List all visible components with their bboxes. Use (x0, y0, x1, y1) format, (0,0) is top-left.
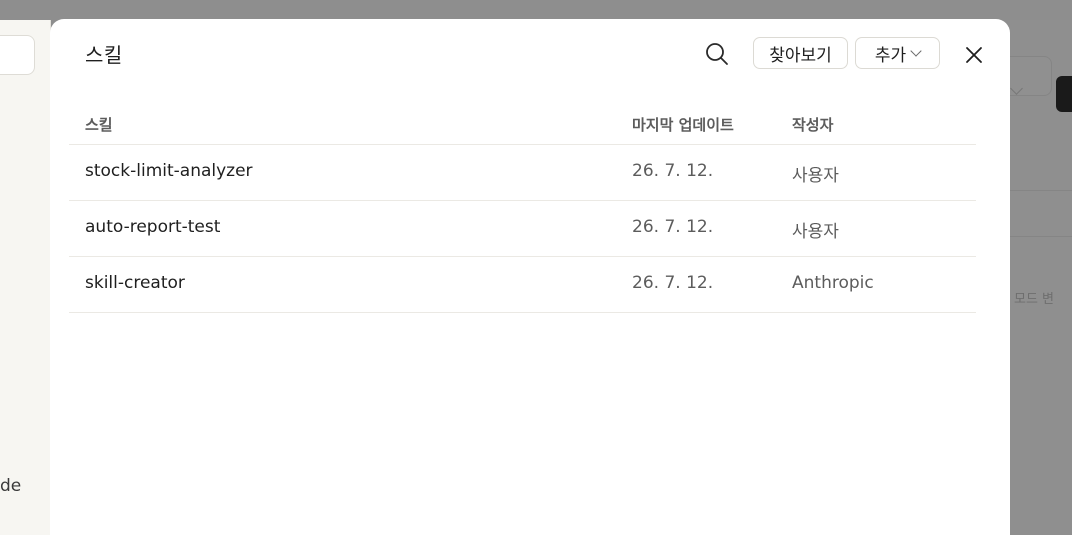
background-overlay (0, 0, 1072, 20)
background-sidebar-text: de (0, 476, 22, 496)
modal-title: 스킬 (85, 43, 123, 67)
skill-updated-date: 26. 7. 12. (632, 161, 714, 181)
chevron-down-icon (910, 44, 922, 57)
skill-name: stock-limit-analyzer (85, 161, 253, 181)
skill-updated-date: 26. 7. 12. (632, 217, 714, 237)
skill-author: Anthropic (792, 273, 874, 293)
column-header-last-updated[interactable]: 마지막 업데이트 (632, 114, 734, 135)
search-icon (706, 43, 728, 65)
background-sidebar-input (0, 35, 35, 75)
skill-name: auto-report-test (85, 217, 221, 237)
close-button[interactable] (962, 43, 986, 67)
table-header: 스킬 마지막 업데이트 작성자 (69, 107, 976, 145)
skill-author: 사용자 (792, 222, 839, 242)
close-icon (966, 47, 982, 63)
browse-button-label: 찾아보기 (769, 45, 832, 66)
add-button-label: 추가 (874, 45, 907, 66)
column-header-author[interactable]: 작성자 (792, 114, 833, 135)
background-divider (1008, 236, 1072, 237)
skill-updated-date: 26. 7. 12. (632, 273, 714, 293)
skills-modal: 스킬 찾아보기 추가 스킬 마지막 업데이트 작성자 stock-limit-a… (50, 19, 1010, 535)
browse-button[interactable]: 찾아보기 (753, 37, 848, 69)
skill-author: 사용자 (792, 166, 839, 186)
background-divider (1008, 190, 1072, 191)
table-row[interactable]: auto-report-test 26. 7. 12. 사용자 (69, 201, 976, 257)
table-row[interactable]: stock-limit-analyzer 26. 7. 12. 사용자 (69, 145, 976, 201)
column-header-skill[interactable]: 스킬 (85, 114, 113, 135)
search-button[interactable] (704, 41, 730, 67)
table-row[interactable]: skill-creator 26. 7. 12. Anthropic (69, 257, 976, 313)
skill-name: skill-creator (85, 273, 185, 293)
background-primary-button (1056, 76, 1072, 112)
background-text: 모드 변 (1014, 292, 1055, 307)
add-dropdown-button[interactable]: 추가 (855, 37, 940, 69)
background-sidebar: de (0, 20, 51, 535)
skills-table: 스킬 마지막 업데이트 작성자 stock-limit-analyzer 26.… (69, 107, 976, 313)
